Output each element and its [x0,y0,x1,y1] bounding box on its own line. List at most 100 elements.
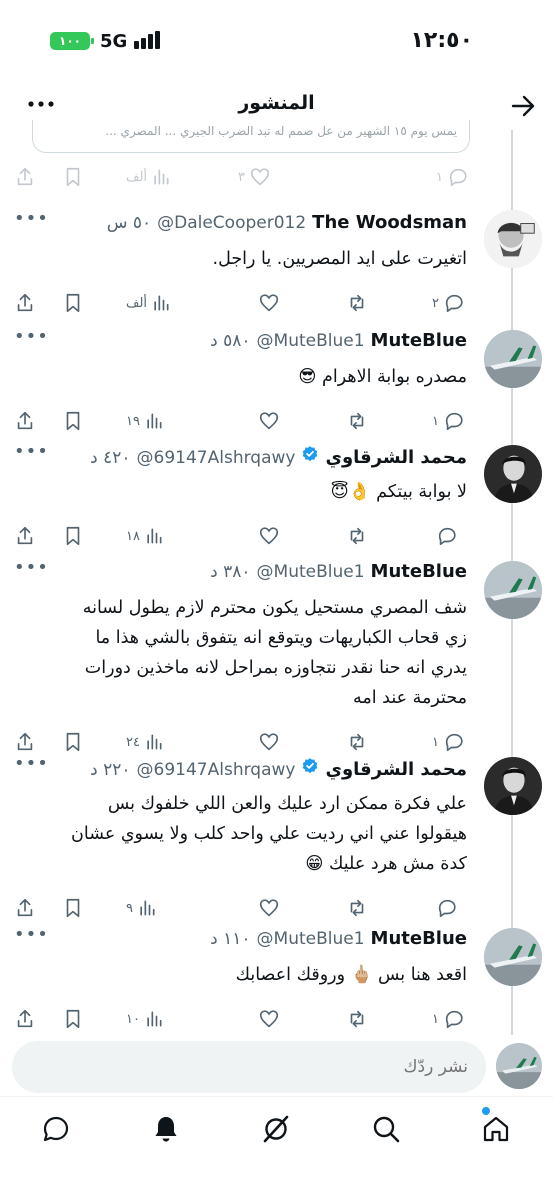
author-name[interactable]: The Woodsman [312,212,467,233]
bookmark-button[interactable] [62,288,84,318]
share-button[interactable] [14,521,36,551]
views-count: ٩ [126,900,133,916]
author-name[interactable]: MuteBlue [371,561,467,582]
reply-count: ١ [436,169,443,185]
post-text-line: كدة مش هرد عليك 😁 [305,854,467,874]
post-more-icon[interactable]: ••• [14,753,49,774]
like-button[interactable] [254,893,280,923]
views-button[interactable]: ١٩ [126,406,164,436]
post-avatar[interactable] [484,561,542,619]
repost-icon [350,1010,364,1028]
bookmark-icon [66,732,80,752]
post-more-icon[interactable]: ••• [14,441,49,462]
views-button[interactable]: ٩ [126,893,157,923]
messages-icon[interactable] [40,1113,72,1145]
quoted-post-card[interactable]: يمس يوم ١٥ الشهير من عل صمم له تبد الضرب… [32,120,470,153]
bookmark-button[interactable] [62,521,84,551]
share-icon [17,411,33,430]
views-button[interactable]: ١٠ [126,1004,164,1034]
bookmark-icon [66,167,80,187]
bookmark-button[interactable] [62,162,84,192]
airplane-avatar-icon [484,561,542,619]
like-button[interactable] [254,521,280,551]
post-avatar[interactable] [484,928,542,986]
author-name[interactable]: MuteBlue [371,330,467,351]
post-more-icon[interactable]: ••• [14,208,49,229]
author-handle[interactable]: @MuteBlue1 [257,331,365,351]
views-count: ألف [126,295,148,311]
verified-badge-icon [303,446,318,462]
home-icon[interactable] [480,1113,512,1145]
reply-button[interactable]: ١ [432,406,465,436]
repost-button[interactable] [346,893,368,923]
airplane-avatar-icon [484,928,542,986]
like-button[interactable] [254,1004,280,1034]
author-name[interactable]: محمد الشرقاوي [325,447,467,468]
signal-icon [134,31,162,49]
post-text-line: محترمة عند امه [352,688,467,708]
bookmark-button[interactable] [62,1004,84,1034]
author-handle[interactable]: @DaleCooper012 [157,213,306,233]
repost-button[interactable] [346,1004,368,1034]
reply-icon [449,168,467,187]
repost-button[interactable] [346,288,368,318]
post-more-icon[interactable]: ••• [14,326,49,347]
repost-button[interactable] [346,406,368,436]
post-more-icon[interactable]: ••• [14,557,49,578]
author-handle[interactable]: @MuteBlue1 [257,929,365,949]
share-icon [17,898,33,917]
author-handle[interactable]: @69147Alshrqawy [137,448,296,468]
reply-button[interactable]: ١ [432,1004,465,1034]
share-button[interactable] [14,162,36,192]
reply-button[interactable]: ١ [432,727,465,757]
grok-icon[interactable] [260,1113,292,1145]
repost-icon [350,412,364,430]
share-button[interactable] [14,406,36,436]
share-button[interactable] [14,1004,36,1034]
share-icon [17,526,33,545]
author-handle[interactable]: @69147Alshrqawy [137,760,296,780]
post-more-icon[interactable]: ••• [14,924,49,945]
views-button[interactable]: ١٨ [126,521,164,551]
reply-button[interactable]: ٢ [432,288,465,318]
like-button[interactable] [254,727,280,757]
reply-icon [445,294,463,313]
search-icon[interactable] [370,1113,402,1145]
like-button[interactable] [254,406,280,436]
notifications-icon[interactable] [150,1113,182,1145]
views-button[interactable]: ٢٤ [126,727,164,757]
reply-button[interactable] [432,521,458,551]
like-count: ٣ [238,169,245,185]
reply-input[interactable] [12,1041,486,1093]
bookmark-button[interactable] [62,893,84,923]
post-avatar[interactable] [484,757,542,815]
arrow-right-icon[interactable] [509,92,537,120]
views-button[interactable]: ألف [126,288,171,318]
bookmark-button[interactable] [62,727,84,757]
reply-button[interactable] [432,893,458,923]
author-handle[interactable]: @MuteBlue1 [257,562,365,582]
like-button[interactable] [254,288,280,318]
share-button[interactable] [14,288,36,318]
post-avatar[interactable] [484,210,542,268]
post-avatar[interactable] [484,445,542,503]
author-name[interactable]: محمد الشرقاوي [325,759,467,780]
post-text-line: علي فكرة ممكن ارد عليك والعن اللي خلفوك … [107,794,467,814]
views-count: ألف [126,169,148,185]
man-avatar-icon [484,757,542,815]
user-avatar[interactable] [496,1043,542,1089]
like-button[interactable]: ٣ [238,162,271,192]
repost-button[interactable] [346,727,368,757]
bookmark-button[interactable] [62,406,84,436]
reply-icon [445,412,463,431]
post-text-line: لا بوابة بيتكم 👌😇 [330,482,467,502]
share-button[interactable] [14,893,36,923]
author-name[interactable]: MuteBlue [371,928,467,949]
views-button[interactable]: ألف [126,162,171,192]
battery-icon: ١٠٠ [50,32,94,50]
post-text: مصدره بوابة الاهرام 😎 [27,362,467,392]
airplane-avatar-icon [484,330,542,388]
post-avatar[interactable] [484,330,542,388]
reply-button[interactable]: ١ [436,162,469,192]
repost-button[interactable] [346,521,368,551]
